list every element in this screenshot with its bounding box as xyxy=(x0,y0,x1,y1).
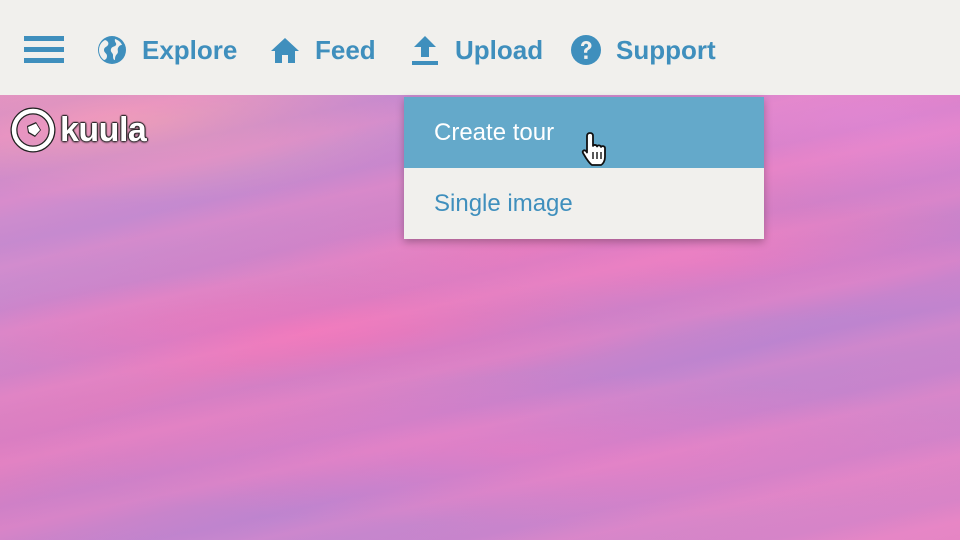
kuula-logo[interactable]: kuula xyxy=(10,107,147,153)
nav-support[interactable]: Support xyxy=(570,30,716,70)
nav-feed[interactable]: Feed xyxy=(269,30,376,70)
nav-upload[interactable]: Upload xyxy=(409,30,543,70)
hamburger-icon-line xyxy=(24,47,64,52)
top-navigation-bar: Explore Feed Upload Support xyxy=(0,0,960,95)
menu-item-single-image[interactable]: Single image xyxy=(404,168,764,239)
hamburger-icon-line xyxy=(24,58,64,63)
nav-feed-label: Feed xyxy=(315,34,376,65)
nav-explore-label: Explore xyxy=(142,34,238,65)
nav-explore[interactable]: Explore xyxy=(96,30,237,70)
pointer-hand-cursor-icon xyxy=(581,132,606,166)
app-window: Explore Feed Upload Support kuula Create… xyxy=(0,0,960,540)
nav-upload-label: Upload xyxy=(455,34,544,65)
hamburger-menu-button[interactable] xyxy=(24,36,64,63)
kuula-logo-icon xyxy=(10,107,56,153)
upload-dropdown-menu: Create tour Single image xyxy=(404,97,764,239)
kuula-logo-text: kuula xyxy=(60,110,147,149)
nav-support-label: Support xyxy=(616,34,716,65)
question-circle-icon xyxy=(571,35,601,65)
upload-icon xyxy=(412,36,438,65)
hamburger-icon xyxy=(24,36,64,41)
home-icon xyxy=(271,38,299,63)
globe-icon xyxy=(98,36,126,64)
